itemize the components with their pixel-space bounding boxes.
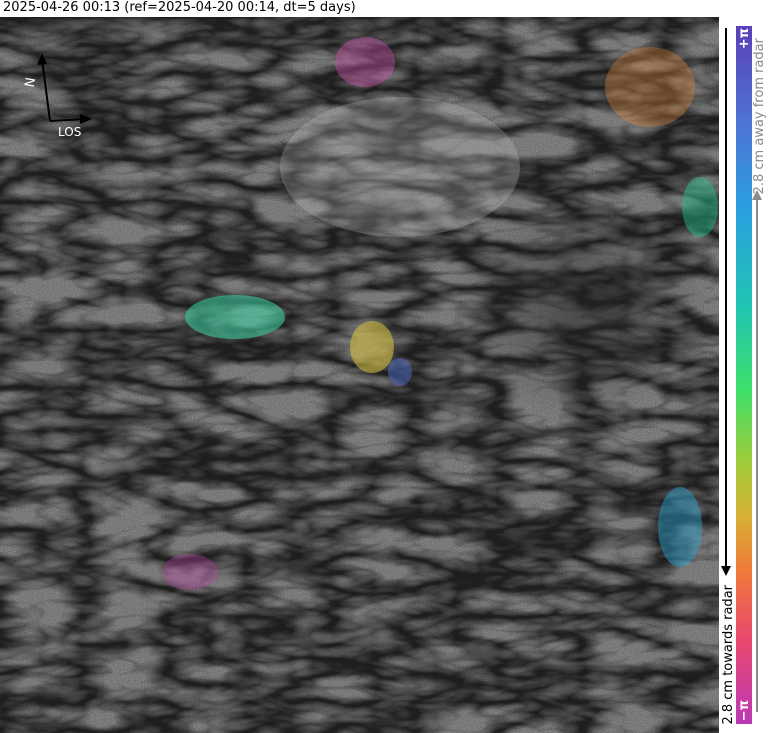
deformation-patch [658,487,702,567]
away-from-radar-label: 2.8 cm away from radar [752,38,767,195]
colorbar-bottom-label: −π [737,700,752,722]
away-arrow-line [756,200,758,712]
deformation-patch [682,177,718,237]
deformation-patch [388,358,412,386]
deformation-patch [605,47,695,127]
deformation-patch [162,554,218,590]
interferogram-map: N LOS [0,17,719,733]
towards-radar-label: 2.8 cm towards radar [721,585,736,725]
deformation-patch [335,37,395,87]
phase-colorbar [736,26,752,724]
los-label: LOS [58,125,82,139]
deformation-patch [350,321,394,373]
dark-summit-region [450,197,710,417]
colorbar-top-label: +π [737,28,752,50]
image-title: 2025-04-26 00:13 (ref=2025-04-20 00:14, … [3,0,356,15]
towards-arrow-line [725,28,727,568]
towards-arrow-icon [721,566,731,576]
compass: N LOS [18,51,98,141]
deformation-patch [185,295,285,339]
